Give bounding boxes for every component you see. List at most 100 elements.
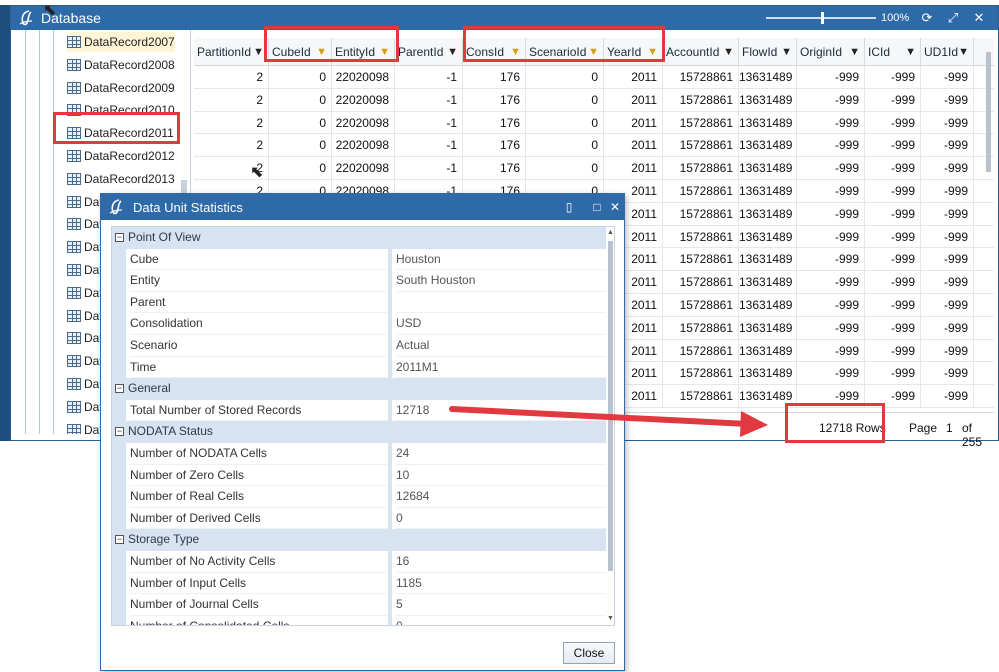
filter-icon[interactable]: ▼ <box>447 46 458 58</box>
table-cell: -999 <box>921 180 974 203</box>
mouse-cursor-icon: ⬉ <box>250 164 264 181</box>
property-category[interactable]: − NODATA Status <box>112 421 606 443</box>
column-splitter[interactable] <box>388 356 392 379</box>
property-row[interactable]: Entity South Houston <box>112 270 606 292</box>
column-header[interactable]: ICId ▼ <box>865 38 921 66</box>
table-row[interactable]: 2 0 22020098 -1 176 0 2011 15728861 13631489 -999… <box>194 111 994 135</box>
tree-item[interactable]: Dat <box>67 397 103 417</box>
column-splitter[interactable] <box>388 551 392 573</box>
tree-item[interactable]: DataRecord2013 <box>67 169 175 189</box>
table-row[interactable]: 2 0 22020098 -1 176 0 2011 15728861 13631489 -999… <box>194 134 994 158</box>
tree-item[interactable]: Dat <box>67 192 103 212</box>
column-splitter[interactable] <box>388 313 392 335</box>
table-cell: 15728861 <box>663 248 739 272</box>
table-cell: 0 <box>269 88 332 112</box>
column-splitter[interactable] <box>388 486 392 508</box>
tree-item[interactable]: DataRecord2009 <box>67 78 175 98</box>
property-row[interactable]: Cube Houston <box>112 248 606 271</box>
app-logo-icon <box>19 10 33 26</box>
collapse-icon[interactable]: − <box>115 384 124 394</box>
close-icon[interactable]: ✕ <box>607 199 623 215</box>
tree-item[interactable]: DataRecord2008 <box>67 55 175 75</box>
column-splitter[interactable] <box>388 270 392 292</box>
property-row[interactable]: Number of Journal Cells 5 <box>112 594 606 616</box>
property-row[interactable]: Scenario Actual <box>112 335 606 357</box>
dialog-titlebar[interactable]: Data Unit Statistics ▯ □ ✕ <box>101 194 624 220</box>
tree-item[interactable]: Dat <box>67 374 103 394</box>
property-row[interactable]: Number of NODATA Cells 24 <box>112 443 606 465</box>
column-header[interactable]: FlowId ▼ <box>739 38 797 66</box>
filter-icon[interactable]: ▼ <box>253 46 264 58</box>
property-row[interactable]: Parent <box>112 291 606 314</box>
filter-icon[interactable]: ▼ <box>905 46 916 58</box>
app-logo-icon <box>109 199 123 215</box>
maximize-icon[interactable]: ⤢ <box>945 10 961 26</box>
tree-item[interactable]: DataRecord2012 <box>67 146 175 166</box>
refresh-icon[interactable]: ⟳ <box>919 10 935 26</box>
close-button[interactable]: Close <box>563 642 615 664</box>
column-header[interactable]: UD1Id ▼ <box>921 38 974 66</box>
property-category[interactable]: − Storage Type <box>112 529 606 551</box>
grid-vertical-scrollbar[interactable] <box>985 42 993 412</box>
column-splitter[interactable] <box>388 399 392 422</box>
property-row[interactable]: Time 2011M1 <box>112 356 606 379</box>
column-header[interactable]: AccountId ▼ <box>663 38 739 66</box>
tree-item[interactable]: DataRecord2007 <box>67 32 175 52</box>
property-row[interactable]: Number of Input Cells 1185 <box>112 572 606 595</box>
property-row[interactable]: Number of No Activity Cells 16 <box>112 551 606 573</box>
grid-scrollbar-thumb[interactable] <box>986 52 991 172</box>
property-row[interactable]: Number of Zero Cells 10 <box>112 464 606 487</box>
table-row[interactable]: 2 0 22020098 -1 176 0 2011 15728861 13631489 -999… <box>194 157 994 180</box>
column-splitter[interactable] <box>388 594 392 616</box>
table-cell: 0 <box>526 157 604 180</box>
column-splitter[interactable] <box>388 443 392 465</box>
column-splitter[interactable] <box>388 291 392 314</box>
page-number-input[interactable]: 1 <box>946 421 953 435</box>
filter-icon[interactable]: ▼ <box>723 46 734 58</box>
table-row[interactable]: 2 0 22020098 -1 176 0 2011 15728861 13631489 -999… <box>194 66 994 89</box>
maximize-icon[interactable]: □ <box>589 199 605 215</box>
table-cell: -999 <box>921 111 974 135</box>
property-row[interactable]: Number of Consolidated Cells 0 <box>112 615 606 625</box>
tree-item[interactable]: Dat <box>67 420 103 434</box>
property-row[interactable]: Consolidation USD <box>112 313 606 335</box>
tree-item[interactable]: Dat <box>67 328 103 348</box>
table-row[interactable]: 2 0 22020098 -1 176 0 2011 15728861 13631489 -999… <box>194 88 994 112</box>
property-row[interactable]: Total Number of Stored Records 12718 <box>112 399 606 422</box>
property-row[interactable]: Number of Real Cells 12684 <box>112 486 606 508</box>
tree-item[interactable]: Dat <box>67 260 103 280</box>
scroll-down-icon[interactable]: ▼ <box>606 615 614 622</box>
dialog-vertical-scrollbar[interactable]: ▲ ▼ <box>606 227 614 625</box>
column-splitter[interactable] <box>388 507 392 530</box>
property-row[interactable]: Number of Derived Cells 0 <box>112 507 606 530</box>
filter-icon[interactable]: ▼ <box>958 46 969 58</box>
filter-icon[interactable]: ▼ <box>781 46 792 58</box>
column-header[interactable]: ParentId ▼ <box>395 38 463 66</box>
tree-item[interactable]: Dat <box>67 283 103 303</box>
column-splitter[interactable] <box>388 572 392 595</box>
column-splitter[interactable] <box>388 615 392 625</box>
highlight-row-count <box>785 403 885 443</box>
collapse-icon[interactable]: − <box>115 233 124 242</box>
zoom-slider-thumb[interactable] <box>821 12 824 24</box>
table-cell: 13631489 <box>739 248 797 272</box>
column-splitter[interactable] <box>388 335 392 357</box>
column-header[interactable]: OriginId ▼ <box>797 38 865 66</box>
property-name: Number of Real Cells <box>130 486 390 508</box>
collapse-icon[interactable]: − <box>115 427 124 437</box>
property-category[interactable]: − Point Of View <box>112 227 606 249</box>
close-icon[interactable]: ✕ <box>971 10 987 26</box>
tree-item[interactable]: Dat <box>67 351 103 371</box>
scroll-up-icon[interactable]: ▲ <box>606 229 614 236</box>
clipboard-icon[interactable]: ▯ <box>561 199 577 215</box>
column-header[interactable]: PartitionId ▼ <box>194 38 269 66</box>
filter-icon[interactable]: ▼ <box>849 46 860 58</box>
tree-item[interactable]: Dat <box>67 306 103 326</box>
column-splitter[interactable] <box>388 248 392 271</box>
tree-item[interactable]: Dat <box>67 237 103 257</box>
dialog-scrollbar-thumb[interactable] <box>608 241 613 571</box>
column-splitter[interactable] <box>388 464 392 487</box>
collapse-icon[interactable]: − <box>115 535 124 545</box>
property-category[interactable]: − General <box>112 378 606 400</box>
tree-item[interactable]: Dat <box>67 214 103 234</box>
